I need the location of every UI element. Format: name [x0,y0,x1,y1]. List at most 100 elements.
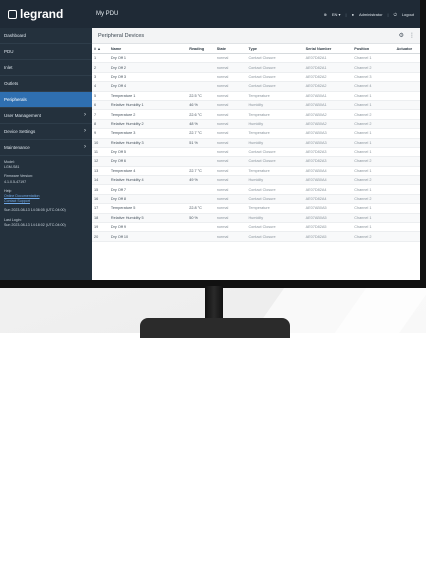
sidebar-item-user-management[interactable]: User Management › [0,108,92,124]
table-row[interactable]: 20 Dry Off 10 normal Contact Closure AE07D82… [92,231,420,242]
table-row[interactable]: 1 Dry Off 1 normal Contact Closure AE07D82A1… [92,53,420,64]
table-row[interactable]: 17 Temperature 5 22.8 °C normal Temperature A… [92,203,420,214]
column-header[interactable]: Type [246,44,304,54]
table-cell: Channel 2 [352,62,395,73]
table-cell [394,119,420,130]
table-cell: 15 [92,184,109,195]
table-row[interactable]: 5 Temperature 1 22.5 °C normal Temperature AE… [92,91,420,101]
table-cell [394,53,420,64]
table-row[interactable]: 12 Dry Off 6 normal Contact Closure AE07D82A… [92,156,420,167]
table-cell: Channel 1 [352,213,395,224]
column-header[interactable]: # ▲ [92,44,109,54]
table-cell: Channel 1 [352,147,395,158]
table-cell [187,222,215,233]
column-header[interactable]: Actuator [394,44,420,54]
table-row[interactable]: 2 Dry Off 2 normal Contact Closure AE07D82A1… [92,62,420,73]
table-cell: Temperature 4 [108,166,188,177]
table-cell: 10 [92,138,109,148]
table-row[interactable]: 14 Relative Humidity 4 49 % normal Humidity A… [92,175,420,186]
table-row[interactable]: 13 Temperature 4 22.7 °C normal Temperature A… [92,166,420,177]
column-header[interactable]: Reading [187,44,215,54]
table-cell [394,91,420,101]
table-cell: 20 [92,231,109,242]
table-row[interactable]: 8 Relative Humidity 2 48 % normal Humidity AE… [92,119,420,130]
table-cell [187,81,215,92]
sidebar-item-inlet[interactable]: Inlet [0,60,92,76]
table-row[interactable]: 16 Dry Off 8 normal Contact Closure AE07D82A… [92,194,420,205]
table-cell: Contact Closure [246,53,304,64]
sidebar-item-device-settings[interactable]: Device Settings › [0,124,92,140]
table-cell: Channel 3 [352,72,395,83]
table-cell: Temperature 1 [108,91,188,101]
table-row[interactable]: 3 Dry Off 3 normal Contact Closure AE07D82A2… [92,72,420,83]
table-row[interactable]: 18 Relative Humidity 5 50 % normal Humidity A… [92,213,420,224]
table-cell: normal [214,184,247,195]
table-cell: Dry Off 3 [108,72,188,83]
column-header[interactable]: Position [352,44,395,54]
table-cell: AE07AB0A1 [303,91,353,101]
table-row[interactable]: 19 Dry Off 9 normal Contact Closure AE07D82A… [92,222,420,233]
table-row[interactable]: 10 Relative Humidity 3 51 % normal Humidity A… [92,138,420,148]
user-menu[interactable]: Administrator [359,12,383,17]
sidebar-item-dashboard[interactable]: Dashboard [0,28,92,44]
table-row[interactable]: 9 Temperature 3 22.7 °C normal Temperature AE… [92,128,420,139]
table-row[interactable]: 4 Dry Off 4 normal Contact Closure AE07D82A2… [92,81,420,92]
table-cell: Relative Humidity 4 [108,175,188,186]
table-cell: Contact Closure [246,231,304,242]
table-cell: AE07AB0A3 [303,138,353,148]
sidebar-item-maintenance[interactable]: Maintenance › [0,140,92,156]
sidebar: Dashboard PDU Inlet Outlets Peripherals User … [0,28,92,280]
table-cell: Dry Off 8 [108,194,188,205]
table-cell: Channel 2 [352,109,395,120]
table-cell [394,194,420,205]
logo-text: legrand [20,7,64,21]
table-cell: 6 [92,100,109,111]
column-header[interactable]: Name [108,44,188,54]
table-cell [394,72,420,83]
table-cell: AE07AB0A4 [303,175,353,186]
table-cell: Channel 1 [352,100,395,111]
sidebar-item-label: Outlets [4,81,19,86]
sidebar-item-label: Device Settings [4,129,36,134]
table-cell [187,156,215,167]
table-cell: Contact Closure [246,72,304,83]
sidebar-item-peripherals[interactable]: Peripherals [0,92,92,108]
table-cell: 1 [92,53,109,64]
table-cell: 49 % [187,175,215,186]
table-cell: AE07D82A3 [303,147,353,158]
table-cell: Dry Off 4 [108,81,188,92]
logout-link[interactable]: Logout [402,12,414,17]
table-cell: AE07AB0A4 [303,166,353,177]
table-cell: Humidity [246,175,304,186]
table-cell: Contact Closure [246,62,304,73]
table-header-row: # ▲ Name Reading State Type Serial Number Posi… [92,44,420,54]
column-header[interactable]: State [214,44,247,54]
device-name: My PDU [96,11,119,17]
table-cell: normal [214,53,247,64]
table-row[interactable]: 7 Temperature 2 22.6 °C normal Temperature AE… [92,109,420,120]
sidebar-item-outlets[interactable]: Outlets [0,76,92,92]
brand[interactable]: legrand [0,7,90,21]
column-header[interactable]: Serial Number [303,44,353,54]
table-cell [187,231,215,242]
gear-icon[interactable]: ⚙ [399,32,404,39]
table-cell: Channel 2 [352,175,395,186]
table-cell: Temperature [246,166,304,177]
table-row[interactable]: 6 Relative Humidity 1 46 % normal Humidity AE… [92,100,420,111]
table-cell: 14 [92,175,109,186]
table-cell: Channel 1 [352,138,395,148]
table-cell [394,147,420,158]
sidebar-item-label: PDU [4,49,14,54]
table-row[interactable]: 15 Dry Off 7 normal Contact Closure AE07D82A… [92,184,420,195]
sidebar-item-pdu[interactable]: PDU [0,44,92,60]
more-icon[interactable]: ⋮ [409,32,415,39]
table-cell: AE07D82A1 [303,53,353,64]
table-row[interactable]: 11 Dry Off 5 normal Contact Closure AE07D82A… [92,147,420,158]
screen: legrand My PDU ⊕ EN ▾ | ● Administrator … [0,0,420,280]
language-selector[interactable]: EN ▾ [332,12,341,17]
table-cell [187,53,215,64]
separator: | [345,11,347,17]
table-cell [394,222,420,233]
table-cell: normal [214,91,247,101]
table-cell: 4 [92,81,109,92]
